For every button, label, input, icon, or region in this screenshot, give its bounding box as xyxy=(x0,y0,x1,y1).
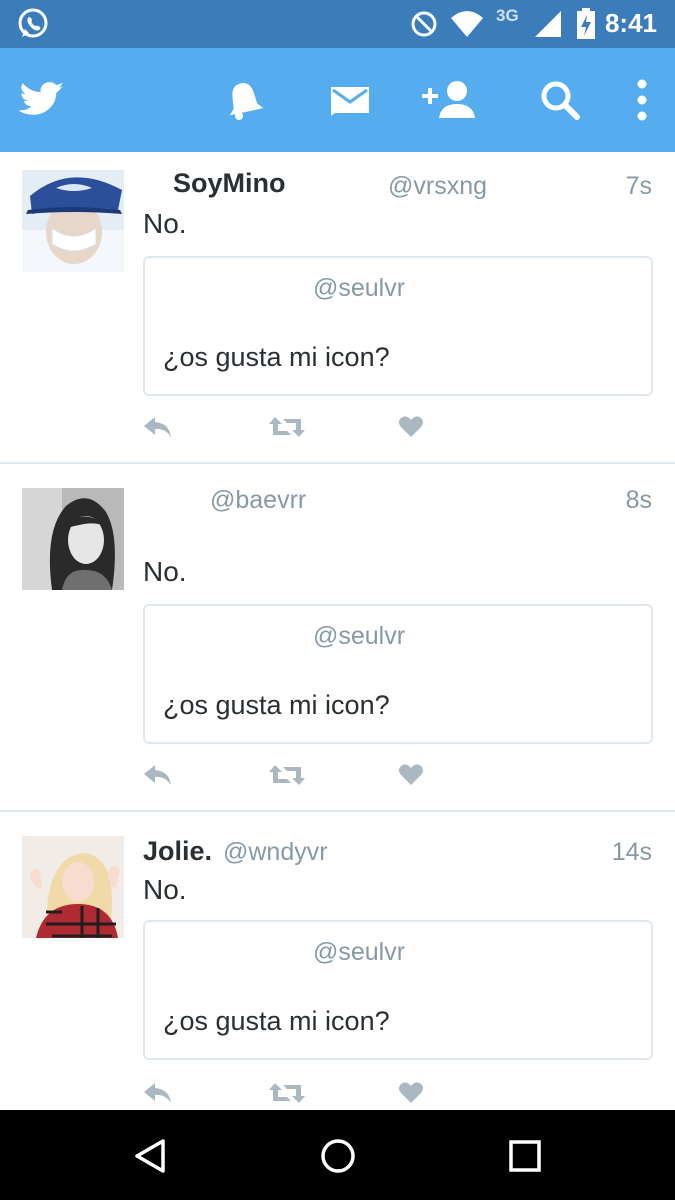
reply-icon xyxy=(144,765,171,785)
retweet-button[interactable] xyxy=(269,1078,305,1108)
add-user-icon xyxy=(422,81,475,118)
back-button[interactable] xyxy=(126,1132,174,1180)
username[interactable]: @vrsxng xyxy=(388,172,487,201)
retweet-icon xyxy=(269,765,305,785)
heart-icon xyxy=(399,416,423,437)
back-icon xyxy=(135,1139,165,1173)
network-type: 3G xyxy=(496,6,519,25)
battery-charging-icon xyxy=(577,8,595,39)
status-bar: 3G 8:41 xyxy=(0,0,675,48)
reply-button[interactable] xyxy=(143,1078,173,1108)
like-button[interactable] xyxy=(399,1078,423,1108)
home-icon xyxy=(321,1139,355,1173)
timeline[interactable]: SoyMino @vrsxng 7s No. @seulvr ¿os gusta… xyxy=(0,152,675,1110)
heart-icon xyxy=(399,1082,423,1103)
search-button[interactable] xyxy=(536,76,584,124)
notifications-button[interactable] xyxy=(220,76,268,124)
tweet-text: No. xyxy=(143,208,187,239)
quoted-text: ¿os gusta mi icon? xyxy=(163,1006,390,1036)
username[interactable]: @wndyvr xyxy=(223,838,328,867)
whatsapp-icon xyxy=(18,8,48,38)
tweet[interactable]: @baevrr 8s No. @seulvr ¿os gusta mi icon… xyxy=(0,464,675,810)
tweet[interactable]: Jolie. @wndyvr 14s No. @seulvr ¿os gusta… xyxy=(0,812,675,1110)
timestamp: 14s xyxy=(611,838,652,866)
display-name[interactable]: Jolie. xyxy=(143,836,212,867)
no-disturb-icon xyxy=(411,11,437,37)
tweet-text: No. xyxy=(143,556,187,587)
quoted-tweet[interactable]: @seulvr ¿os gusta mi icon? xyxy=(143,256,653,396)
quoted-tweet[interactable]: @seulvr ¿os gusta mi icon? xyxy=(143,604,653,744)
like-button[interactable] xyxy=(399,412,423,442)
who-to-follow-button[interactable] xyxy=(420,76,480,124)
quoted-tweet[interactable]: @seulvr ¿os gusta mi icon? xyxy=(143,920,653,1060)
more-vert-icon xyxy=(637,79,647,121)
retweet-button[interactable] xyxy=(269,412,305,442)
messages-button[interactable] xyxy=(326,76,374,124)
username[interactable]: @baevrr xyxy=(210,486,306,515)
twitter-home-button[interactable] xyxy=(18,76,66,124)
twitter-bird-icon xyxy=(19,82,64,115)
like-button[interactable] xyxy=(399,760,423,790)
tweet[interactable]: SoyMino @vrsxng 7s No. @seulvr ¿os gusta… xyxy=(0,152,675,462)
signal-icon xyxy=(535,11,561,37)
tweet-actions xyxy=(143,1078,443,1108)
quoted-text: ¿os gusta mi icon? xyxy=(163,690,390,720)
timestamp: 8s xyxy=(625,486,652,514)
reply-button[interactable] xyxy=(143,760,173,790)
recents-button[interactable] xyxy=(501,1132,549,1180)
reply-icon xyxy=(144,1083,171,1103)
tweet-text: No. xyxy=(143,874,187,905)
home-button[interactable] xyxy=(314,1132,362,1180)
clock: 8:41 xyxy=(604,8,657,38)
quoted-username: @seulvr xyxy=(313,938,406,966)
system-nav-bar xyxy=(0,1110,675,1200)
avatar[interactable] xyxy=(22,170,124,272)
quoted-username: @seulvr xyxy=(313,622,406,650)
reply-icon xyxy=(144,417,171,437)
retweet-icon xyxy=(269,417,305,437)
wifi-icon xyxy=(451,11,483,37)
retweet-icon xyxy=(269,1083,305,1103)
envelope-icon xyxy=(331,87,369,116)
overflow-menu-button[interactable] xyxy=(620,76,664,124)
display-name[interactable]: SoyMino xyxy=(173,168,286,199)
avatar[interactable] xyxy=(22,836,124,938)
tweet-actions xyxy=(143,760,443,790)
quoted-username: @seulvr xyxy=(313,274,406,302)
recents-icon xyxy=(509,1140,541,1172)
timestamp: 7s xyxy=(625,172,652,200)
tweet-actions xyxy=(143,412,443,442)
avatar[interactable] xyxy=(22,488,124,590)
quoted-text: ¿os gusta mi icon? xyxy=(163,342,390,372)
app-toolbar xyxy=(0,48,675,152)
heart-icon xyxy=(399,764,423,785)
reply-button[interactable] xyxy=(143,412,173,442)
retweet-button[interactable] xyxy=(269,760,305,790)
search-icon xyxy=(541,81,580,120)
bell-icon xyxy=(230,83,264,120)
